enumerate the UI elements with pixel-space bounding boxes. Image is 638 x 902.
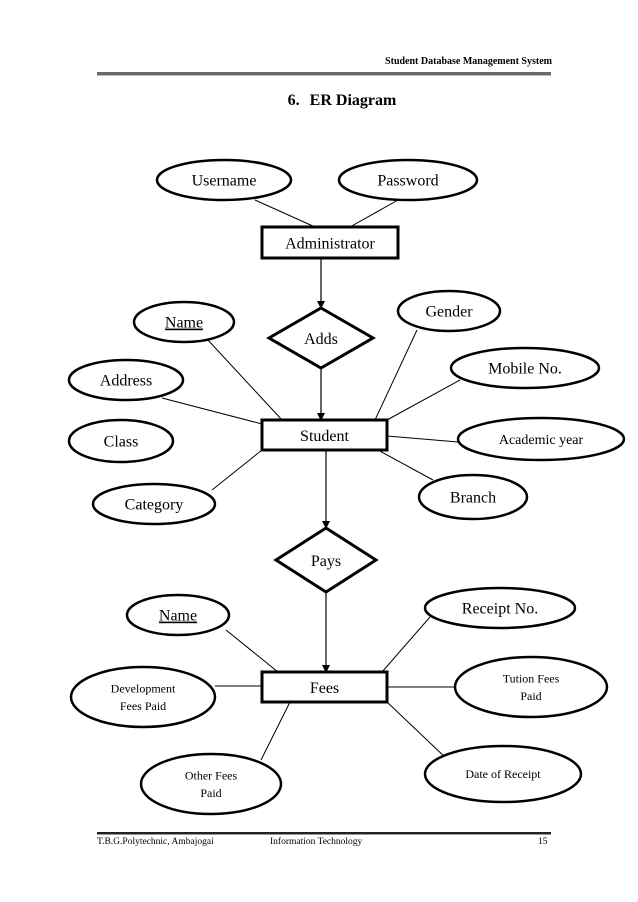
relationship-pays: Pays <box>273 526 379 594</box>
attribute-student-name: Name <box>132 300 236 344</box>
attribute-tution-fees-paid: Tution Fees Paid <box>453 655 609 719</box>
relationship-label: Pays <box>311 553 341 570</box>
attribute-label: Receipt No. <box>462 601 538 618</box>
link-username <box>254 199 316 228</box>
attribute-label: Paid <box>200 786 221 800</box>
link-receipt-no <box>381 616 431 673</box>
attribute-category: Category <box>91 482 217 526</box>
link-password <box>349 199 399 228</box>
attribute-gender: Gender <box>396 289 502 333</box>
attribute-label: Tution Fees <box>503 672 560 686</box>
attribute-receipt-no: Receipt No. <box>423 586 577 630</box>
link-other-fees-paid <box>260 701 291 761</box>
footer-department: Information Technology <box>270 837 363 847</box>
link-academic-year <box>386 435 459 443</box>
attribute-password: Password <box>337 158 479 202</box>
attribute-branch: Branch <box>417 473 529 521</box>
attribute-date-of-receipt: Date of Receipt <box>423 744 583 804</box>
attribute-class: Class <box>67 418 175 464</box>
attribute-label: Date of Receipt <box>465 767 541 781</box>
footer-page-number: 15 <box>538 837 548 847</box>
attribute-ellipse <box>453 655 609 719</box>
attribute-ellipse <box>139 752 283 816</box>
attribute-mobile-no: Mobile No. <box>449 346 601 390</box>
link-address <box>161 397 263 425</box>
attribute-label: Development <box>111 682 176 696</box>
attribute-label: Paid <box>520 689 541 703</box>
attribute-development-fees-paid: Development Fees Paid <box>69 665 217 729</box>
attribute-ellipse <box>69 665 217 729</box>
entity-student: Student <box>260 418 389 452</box>
link-student-name <box>206 338 283 421</box>
footer-rule <box>97 832 551 835</box>
attribute-label: Fees Paid <box>120 699 166 713</box>
entity-label: Student <box>300 428 349 445</box>
attribute-username: Username <box>155 158 293 202</box>
attribute-fees-name: Name <box>125 593 231 637</box>
attribute-label: Username <box>192 173 257 190</box>
attribute-label: Gender <box>425 304 473 321</box>
attribute-label: Class <box>104 434 139 451</box>
attribute-other-fees-paid: Other Fees Paid <box>139 752 283 816</box>
relationship-label: Adds <box>304 331 338 348</box>
entity-label: Fees <box>310 680 339 697</box>
er-diagram: Administrator Student Fees Adds Pays Username… <box>67 158 626 816</box>
attribute-label: Password <box>377 173 438 190</box>
key-attribute-label: Name <box>159 608 197 625</box>
attribute-label: Academic year <box>499 433 584 448</box>
key-attribute-label: Name <box>165 315 203 332</box>
attribute-label: Category <box>125 497 184 514</box>
link-branch <box>377 449 434 481</box>
link-category <box>211 449 263 491</box>
footer-institute: T.B.G.Polytechnic, Ambajogai <box>97 837 214 847</box>
relationship-adds: Adds <box>265 306 377 370</box>
attribute-address: Address <box>67 358 185 402</box>
entity-label: Administrator <box>285 236 375 253</box>
attribute-academic-year: Academic year <box>456 416 626 462</box>
attribute-label: Mobile No. <box>488 361 562 378</box>
link-fees-name <box>225 629 279 673</box>
link-mobile-no <box>386 379 461 421</box>
attribute-label: Other Fees <box>185 769 238 783</box>
entity-administrator: Administrator <box>260 225 400 260</box>
attribute-label: Address <box>100 373 152 390</box>
entity-fees: Fees <box>260 670 389 704</box>
attribute-label: Branch <box>450 490 496 507</box>
diagram-shapes: Administrator Student Fees Adds Pays Username… <box>67 158 626 816</box>
link-date-of-receipt <box>386 701 449 761</box>
